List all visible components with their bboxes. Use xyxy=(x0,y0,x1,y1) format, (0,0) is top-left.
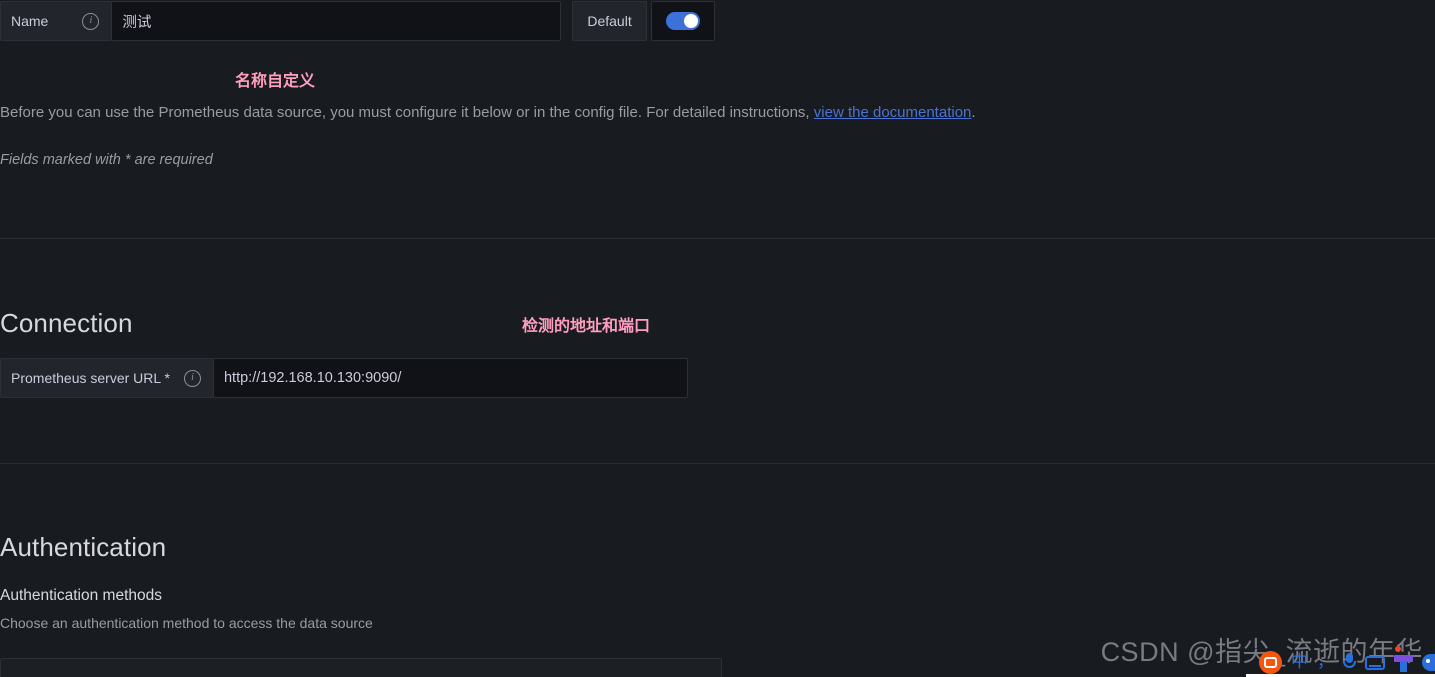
annotation-connection-address: 检测的地址和端口 xyxy=(522,318,651,335)
name-label-prefix: Name i xyxy=(0,1,112,41)
ime-toolbar[interactable]: 中 ， xyxy=(1255,648,1435,677)
url-label: Prometheus server URL * xyxy=(11,370,170,386)
default-toggle[interactable] xyxy=(665,12,700,30)
name-field-row: Name i Default xyxy=(0,0,1435,42)
url-label-prefix: Prometheus server URL * i xyxy=(0,358,213,398)
microphone-icon[interactable] xyxy=(1343,653,1356,672)
section-divider-2 xyxy=(0,463,1435,464)
auth-methods-description: Choose an authentication method to acces… xyxy=(0,615,373,631)
toggle-knob xyxy=(683,14,698,28)
keyboard-icon[interactable] xyxy=(1365,655,1385,670)
required-fields-note: Fields marked with * are required xyxy=(0,152,213,168)
emoji-face-icon[interactable] xyxy=(1422,654,1435,671)
datasource-name-input[interactable] xyxy=(111,1,562,41)
ime-notification-dot xyxy=(1395,646,1401,652)
documentation-link[interactable]: view the documentation xyxy=(814,104,972,121)
auth-methods-heading: Authentication methods xyxy=(0,587,162,604)
info-icon[interactable]: i xyxy=(82,12,100,30)
toolbox-icon[interactable] xyxy=(1394,653,1413,672)
url-field-row: Prometheus server URL * i xyxy=(0,358,688,398)
sogou-logo-icon[interactable] xyxy=(1259,651,1282,674)
intro-text-after: . xyxy=(971,104,976,121)
name-label: Name xyxy=(11,13,49,29)
intro-text-before: Before you can use the Prometheus data s… xyxy=(0,104,814,121)
connection-section-title: Connection xyxy=(0,308,133,338)
default-toggle-wrapper[interactable] xyxy=(650,1,715,41)
annotation-name-custom: 名称自定义 xyxy=(235,73,316,90)
ime-punctuation-icon[interactable]: ， xyxy=(1317,654,1334,671)
ime-mode-icon[interactable]: 中 xyxy=(1291,654,1308,671)
default-label: Default xyxy=(572,1,647,41)
default-label-text: Default xyxy=(587,13,632,29)
section-divider-1 xyxy=(0,238,1435,239)
info-icon[interactable]: i xyxy=(183,369,201,387)
auth-method-panel[interactable] xyxy=(0,658,722,677)
prometheus-server-url-input[interactable] xyxy=(212,358,688,398)
authentication-section-title: Authentication xyxy=(0,532,167,562)
intro-paragraph: Before you can use the Prometheus data s… xyxy=(0,104,976,121)
